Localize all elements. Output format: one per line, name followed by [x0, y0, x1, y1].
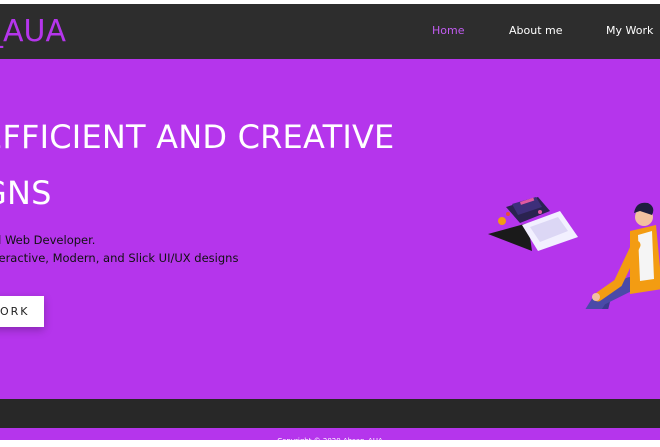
hero-headline-line-1: EFFICIENT AND CREATIVE [0, 118, 395, 156]
hero-subtext: d Web Developer. teractive, Modern, and … [0, 231, 238, 267]
hero-subtext-line-1: d Web Developer. [0, 233, 96, 247]
person-hand [592, 293, 600, 301]
site-logo[interactable]: _AUA [0, 15, 66, 49]
nav-link-my-work[interactable]: My Work [606, 24, 653, 38]
laptop-screen-dot [538, 210, 542, 214]
footer: Copyright © 2020 Ahsan_AUA [0, 428, 660, 445]
developer-illustration [488, 197, 660, 309]
person-shirt [638, 231, 654, 281]
footer-dark-band [0, 399, 660, 428]
spark-dot-icon [506, 212, 510, 216]
copyright-text: Copyright © 2020 Ahsan_AUA [277, 437, 383, 445]
hero-section: EFFICIENT AND CREATIVE GNS d Web Develop… [0, 59, 660, 399]
sparkle-icon [498, 217, 506, 225]
nav-link-about-me[interactable]: About me [509, 24, 563, 38]
navbar: _AUA Home About me My Work [0, 4, 660, 59]
hero-headline-line-2: GNS [0, 174, 52, 212]
my-work-button[interactable]: ORK [0, 296, 44, 327]
hero-headline: EFFICIENT AND CREATIVE GNS [0, 109, 394, 221]
hero-subtext-line-2: teractive, Modern, and Slick UI/UX desig… [0, 251, 239, 265]
nav-link-home[interactable]: Home [432, 24, 464, 38]
